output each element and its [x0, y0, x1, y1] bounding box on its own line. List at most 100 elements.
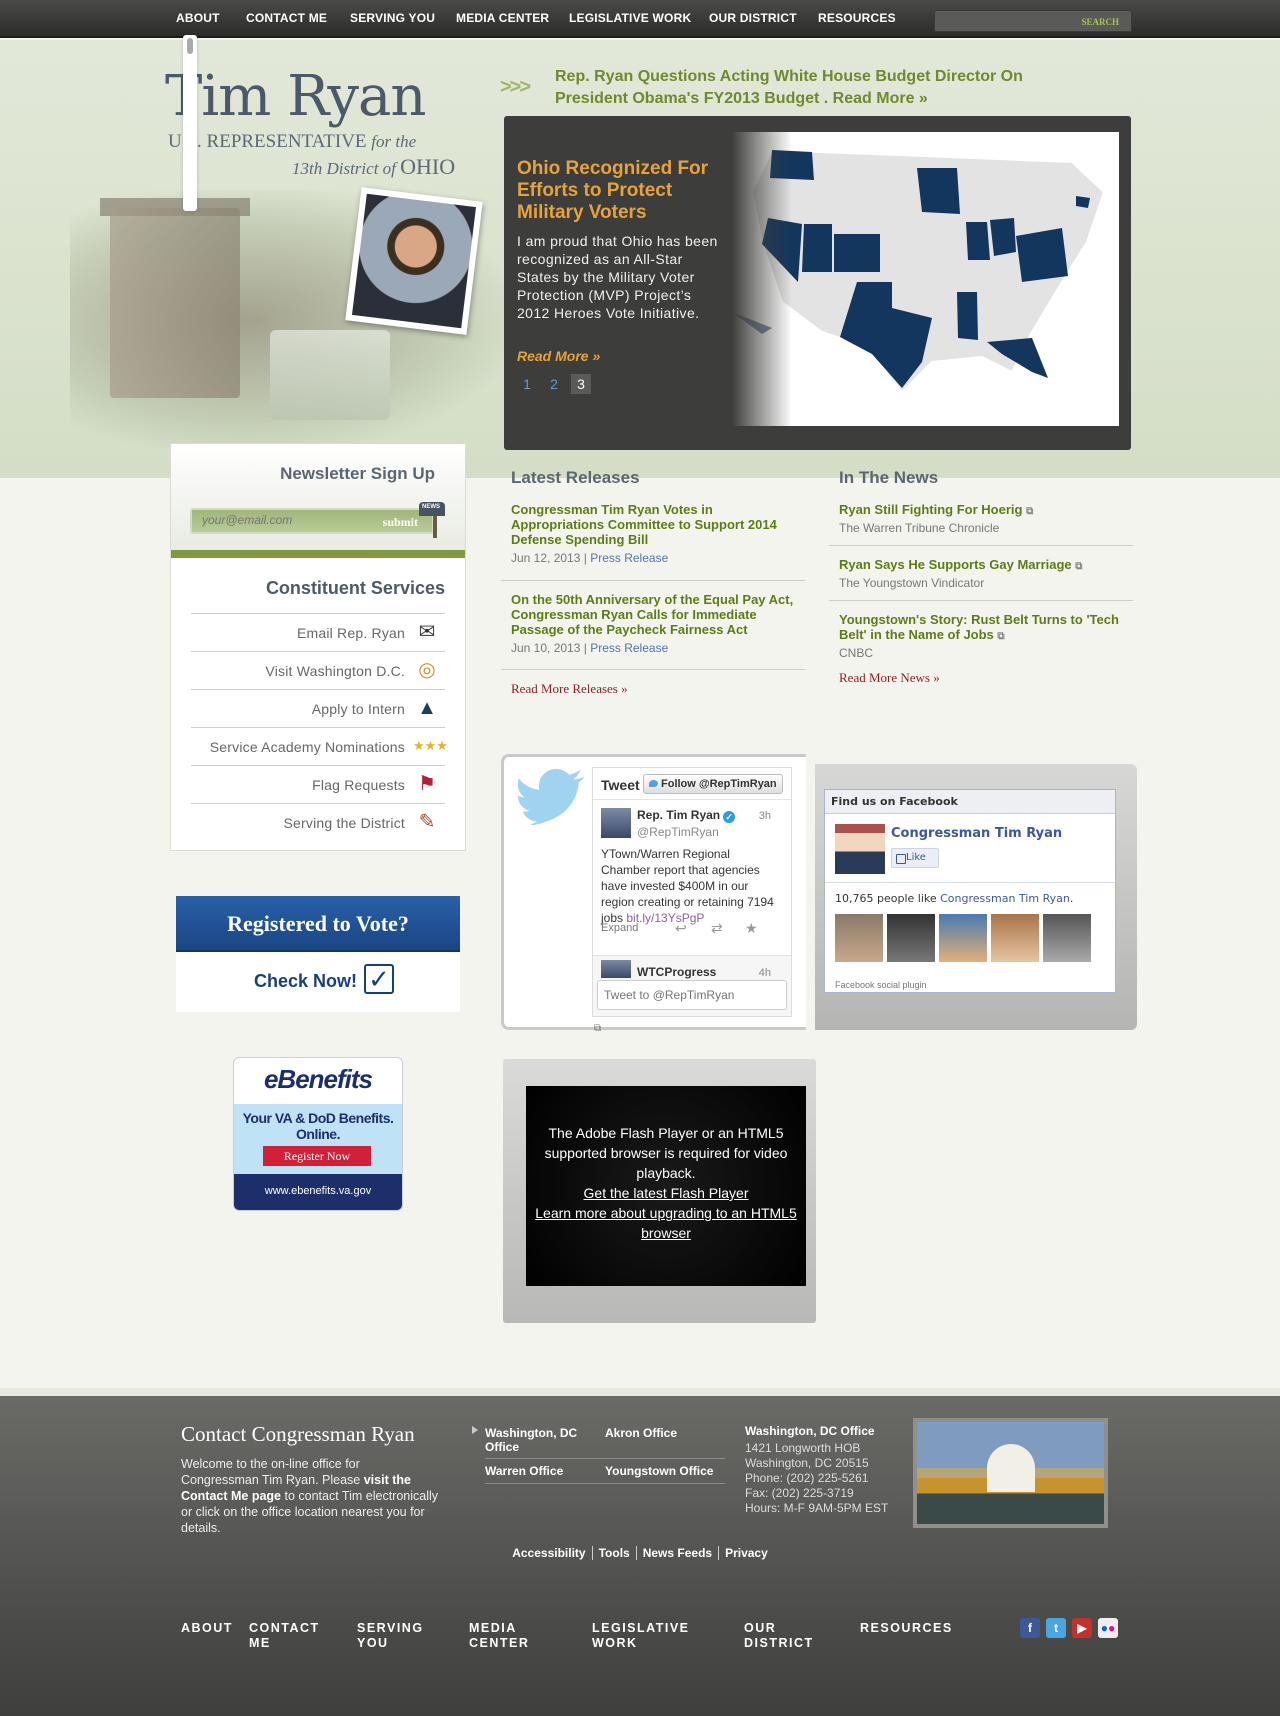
facebook-page-avatar[interactable] [835, 824, 885, 874]
tweet-time[interactable]: 4h [759, 967, 771, 979]
subtitle-role: U.S. REPRESENTATIVE [168, 131, 367, 152]
footer-nav-contact-me[interactable]: CONTACT ME [249, 1621, 329, 1651]
check-now-link[interactable]: Check Now! [254, 971, 357, 992]
fan-avatar[interactable] [939, 914, 987, 962]
news-link-2[interactable]: Ryan Says He Supports Gay Marriage ⧉ [839, 557, 1129, 574]
facebook-like-button[interactable]: Like [891, 848, 939, 868]
avatar[interactable] [601, 960, 631, 978]
video-player[interactable]: The Adobe Flash Player or an HTML5 suppo… [526, 1086, 806, 1286]
waterfall [270, 330, 390, 420]
search-button[interactable]: SEARCH [1081, 17, 1119, 27]
top-navigation: ABOUT CONTACT ME SERVING YOU MEDIA CENTE… [0, 0, 1280, 38]
press-release-link[interactable]: Press Release [590, 641, 668, 655]
nav-legislative-work[interactable]: LEGISLATIVE WORK [569, 11, 691, 25]
tweet-compose-input[interactable] [597, 980, 787, 1010]
office-warren[interactable]: Warren Office [485, 1464, 563, 1478]
facebook-page-link[interactable]: Congressman Tim Ryan [891, 826, 1062, 841]
tweet-handle[interactable]: @RepTimRyan [637, 825, 719, 839]
flickr-icon[interactable]: ●● [1098, 1618, 1118, 1638]
service-email-rep[interactable]: Email Rep. Ryan ✉ [191, 613, 445, 651]
nav-resources[interactable]: RESOURCES [818, 11, 896, 25]
facebook-page-link[interactable]: Congressman Tim Ryan [940, 892, 1070, 905]
tweet-time[interactable]: 3h [759, 810, 771, 822]
fan-avatar[interactable] [887, 914, 935, 962]
nav-about[interactable]: ABOUT [176, 11, 220, 25]
privacy-link[interactable]: Privacy [719, 1546, 774, 1560]
fan-avatar[interactable] [835, 914, 883, 962]
tweet-expand-link[interactable]: Expand [601, 922, 638, 934]
slide-page-3[interactable]: 3 [571, 374, 591, 394]
accessibility-link[interactable]: Accessibility [506, 1546, 593, 1560]
office-youngstown[interactable]: Youngstown Office [605, 1464, 713, 1478]
fan-avatar[interactable] [1043, 914, 1091, 962]
release-link-1[interactable]: Congressman Tim Ryan Votes in Appropriat… [511, 502, 801, 547]
popout-icon[interactable]: ⧉ [594, 1023, 601, 1034]
ebenefits-tagline: Your VA & DoD Benefits. Online. [242, 1110, 394, 1142]
service-apply-intern[interactable]: Apply to Intern ▲ [191, 689, 445, 727]
footer-nav-media-center[interactable]: MEDIA CENTER [469, 1621, 549, 1651]
tweet-author[interactable]: WTCProgress [637, 965, 716, 979]
headline-arrows-icon: >>> [500, 76, 531, 98]
favorite-icon[interactable]: ★ [745, 920, 758, 937]
footer-nav-resources[interactable]: RESOURCES [860, 1621, 953, 1636]
footer-nav-our-district[interactable]: OUR DISTRICT [744, 1621, 824, 1651]
get-flash-link[interactable]: Get the latest Flash Player [530, 1183, 802, 1203]
email-field[interactable] [202, 512, 352, 528]
search-input[interactable] [939, 13, 1079, 29]
slide-page-1[interactable]: 1 [517, 374, 537, 394]
footer-nav-about[interactable]: ABOUT [181, 1621, 233, 1636]
nav-our-district[interactable]: OUR DISTRICT [709, 11, 797, 25]
nav-serving-you[interactable]: SERVING YOU [350, 11, 435, 25]
flash-required-message: The Adobe Flash Player or an HTML5 suppo… [544, 1125, 788, 1181]
footer-nav-legislative-work[interactable]: LEGISLATIVE WORK [592, 1621, 702, 1651]
ebenefits-url[interactable]: www.ebenefits.va.gov [234, 1174, 402, 1210]
service-visit-dc[interactable]: Visit Washington D.C. ◎ [191, 651, 445, 689]
office-washington-dc[interactable]: Washington, DC Office [485, 1426, 595, 1454]
submit-button[interactable]: submit [383, 515, 418, 530]
reply-icon[interactable]: ↩ [675, 920, 687, 937]
facebook-plugin-label[interactable]: Facebook social plugin [835, 980, 927, 990]
tweet-author[interactable]: Rep. Tim Ryan ✓ [637, 808, 736, 823]
service-label: Flag Requests [312, 777, 405, 793]
vertical-scrollbar[interactable] [183, 35, 197, 211]
fan-avatar[interactable] [991, 914, 1039, 962]
news-link-1[interactable]: Ryan Still Fighting For Hoerig ⧉ [839, 502, 1129, 519]
slide-title[interactable]: Ohio Recognized For Efforts to Protect M… [517, 158, 722, 224]
graduation-cap-icon: ▲ [417, 697, 437, 719]
twitter-icon[interactable]: t [1046, 1618, 1066, 1638]
twitter-follow-button[interactable]: Follow @RepTimRyan [643, 774, 783, 794]
capitol-dome [987, 1444, 1035, 1492]
service-academy-nominations[interactable]: Service Academy Nominations ★★★ [191, 727, 448, 765]
twitter-header: Tweet Follow @RepTimRyan [593, 768, 791, 800]
nav-contact-me[interactable]: CONTACT ME [246, 11, 327, 25]
scrollbar-thumb[interactable] [187, 38, 193, 54]
avatar[interactable] [601, 808, 631, 838]
ebenefits-banner[interactable]: eBenefits Your VA & DoD Benefits. Online… [233, 1057, 403, 1211]
slide-read-more-link[interactable]: Read More » [517, 348, 600, 364]
news-source-1: The Warren Tribune Chronicle [839, 521, 1000, 535]
tools-link[interactable]: Tools [592, 1546, 637, 1560]
news-link-3[interactable]: Youngstown's Story: Rust Belt Turns to '… [839, 612, 1129, 644]
html5-info-link[interactable]: Learn more about upgrading to an HTML5 b… [530, 1203, 802, 1243]
office-akron[interactable]: Akron Office [605, 1426, 677, 1440]
news-feeds-link[interactable]: News Feeds [636, 1546, 720, 1560]
facebook-icon[interactable]: f [1020, 1618, 1040, 1638]
nav-media-center[interactable]: MEDIA CENTER [456, 11, 549, 25]
youtube-icon[interactable]: ▶ [1072, 1618, 1092, 1638]
footer-nav-serving-you[interactable]: SERVING YOU [357, 1621, 437, 1651]
retweet-icon[interactable]: ⇄ [711, 920, 723, 937]
register-now-button[interactable]: Register Now [263, 1146, 371, 1166]
featured-slider: Ohio Recognized For Efforts to Protect M… [504, 116, 1131, 450]
dc-office-title: Washington, DC Office [745, 1424, 875, 1438]
stars-icon: ★★★ [413, 738, 448, 753]
register-to-vote-banner[interactable]: Registered to Vote? Check Now! ✓ [176, 896, 460, 1012]
read-more-releases-link[interactable]: Read More Releases » [511, 681, 628, 697]
service-serving-district[interactable]: Serving the District ✎ [191, 803, 445, 841]
read-more-news-link[interactable]: Read More News » [839, 670, 940, 686]
release-link-2[interactable]: On the 50th Anniversary of the Equal Pay… [511, 592, 801, 637]
facebook-like-box: Find us on Facebook Congressman Tim Ryan… [824, 789, 1116, 993]
headline-link[interactable]: Rep. Ryan Questions Acting White House B… [555, 66, 1055, 110]
press-release-link[interactable]: Press Release [590, 551, 668, 565]
slide-page-2[interactable]: 2 [544, 374, 564, 394]
service-flag-requests[interactable]: Flag Requests ⚑ [191, 765, 445, 803]
